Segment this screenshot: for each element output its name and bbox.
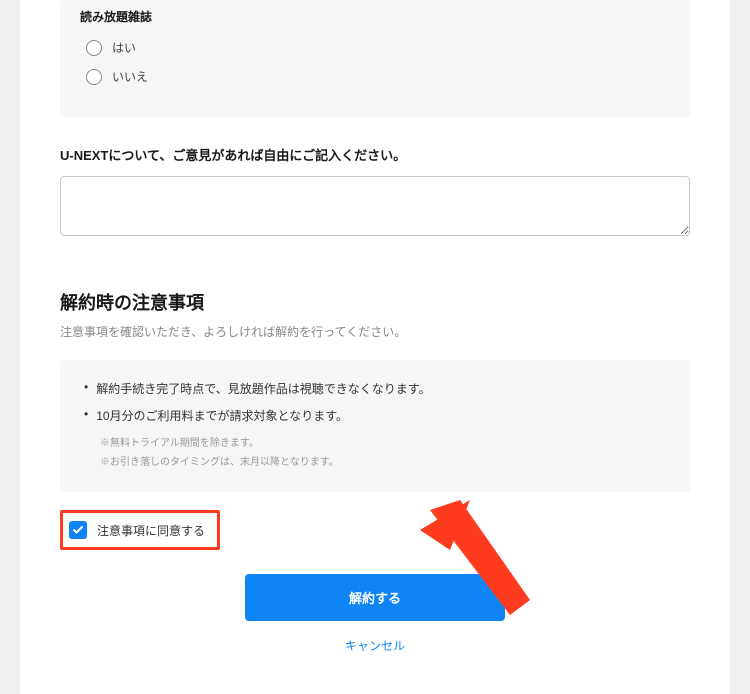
radio-label: はい <box>112 39 136 56</box>
radio-option-yes[interactable]: はい <box>86 39 670 56</box>
feedback-textarea[interactable] <box>60 176 690 236</box>
radio-label: いいえ <box>112 68 148 85</box>
notice-subnote: ※無料トライアル期間を除きます。 <box>100 434 666 449</box>
notice-subnote: ※お引き落しのタイミングは、末月以降となります。 <box>100 453 666 468</box>
button-area: 解約する キャンセル <box>60 574 690 654</box>
survey-question: 読み放題雑誌 <box>80 8 670 25</box>
notice-item: 10月分のご利用料までが請求対象となります。 <box>84 407 666 424</box>
radio-icon <box>86 69 102 85</box>
cancel-link[interactable]: キャンセル <box>60 637 690 654</box>
consent-label: 注意事項に同意する <box>97 522 205 539</box>
radio-icon <box>86 40 102 56</box>
survey-box: 読み放題雑誌 はい いいえ <box>60 0 690 117</box>
cancellation-title: 解約時の注意事項 <box>60 289 690 315</box>
notice-item: 解約手続き完了時点で、見放題作品は視聴できなくなります。 <box>84 380 666 397</box>
main-content: 読み放題雑誌 はい いいえ U-NEXTについて、ご意見があれば自由にご記入くだ… <box>20 0 730 694</box>
notice-box: 解約手続き完了時点で、見放題作品は視聴できなくなります。 10月分のご利用料まで… <box>60 360 690 492</box>
feedback-label: U-NEXTについて、ご意見があれば自由にご記入ください。 <box>60 145 690 164</box>
cancellation-description: 注意事項を確認いただき、よろしければ解約を行ってください。 <box>60 323 690 340</box>
radio-option-no[interactable]: いいえ <box>86 68 670 85</box>
consent-checkbox-row[interactable]: 注意事項に同意する <box>60 510 220 550</box>
checkbox-checked-icon <box>69 521 87 539</box>
submit-cancellation-button[interactable]: 解約する <box>245 574 505 621</box>
